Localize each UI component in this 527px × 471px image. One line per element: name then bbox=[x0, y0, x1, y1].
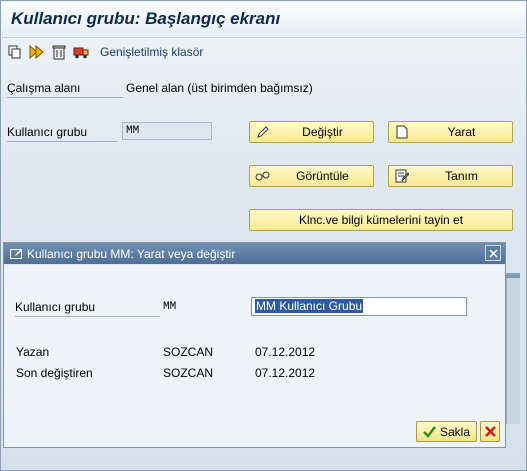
dialog-user-group-code: MM bbox=[163, 301, 177, 313]
execute-icon[interactable] bbox=[28, 43, 46, 61]
author-date: 07.12.2012 bbox=[255, 345, 316, 359]
display-button-label: Görüntüle bbox=[296, 169, 349, 183]
title-bar: Kullanıcı grubu: Başlangıç ekranı bbox=[2, 2, 526, 38]
page-title: Kullanıcı grubu: Başlangıç ekranı bbox=[11, 9, 281, 28]
new-document-icon bbox=[393, 123, 411, 141]
change-button-label: Değiştir bbox=[302, 125, 343, 139]
sap-window: Kullanıcı grubu: Başlangıç ekranı Genişl… bbox=[0, 0, 527, 471]
copy-icon[interactable] bbox=[6, 43, 24, 61]
create-change-dialog: Kullanıcı grubu MM: Yarat veya değiştir … bbox=[3, 242, 506, 448]
dialog-window-icon bbox=[8, 246, 24, 262]
last-changed-value: SOZCAN bbox=[163, 366, 214, 380]
author-value: SOZCAN bbox=[163, 345, 214, 359]
cancel-button[interactable] bbox=[480, 421, 500, 442]
dialog-title: Kullanıcı grubu MM: Yarat veya değiştir bbox=[27, 246, 236, 261]
checkmark-icon bbox=[423, 425, 436, 438]
author-label: Yazan bbox=[16, 345, 50, 359]
dialog-body: Kullanıcı grubu MM MM Kullanıcı Grubu Ya… bbox=[4, 265, 505, 447]
save-button-label: Sakla bbox=[439, 424, 471, 439]
assign-infosets-button[interactable]: Klnc.ve bilgi kümelerini tayin et bbox=[249, 209, 513, 231]
background-panel-edge bbox=[506, 278, 520, 424]
dialog-user-group-label: Kullanıcı grubu bbox=[15, 300, 160, 317]
last-changed-date: 07.12.2012 bbox=[255, 366, 316, 380]
change-button[interactable]: Değiştir bbox=[249, 121, 374, 143]
dialog-title-bar: Kullanıcı grubu MM: Yarat veya değiştir bbox=[4, 243, 505, 264]
transport-icon[interactable] bbox=[72, 43, 90, 61]
workspace-value: Genel alan (üst birimden bağımsız) bbox=[126, 81, 313, 95]
extended-folder-link[interactable]: Genişletilmiş klasör bbox=[100, 45, 203, 59]
workspace-label: Çalışma alanı bbox=[7, 81, 123, 98]
user-group-text-input[interactable]: MM Kullanıcı Grubu bbox=[251, 297, 467, 316]
definition-button[interactable]: Tanım bbox=[388, 165, 513, 187]
glasses-icon bbox=[254, 167, 272, 185]
cancel-icon bbox=[484, 426, 496, 437]
create-button[interactable]: Yarat bbox=[388, 121, 513, 143]
create-button-label: Yarat bbox=[447, 125, 476, 139]
assign-infosets-button-label: Klnc.ve bilgi kümelerini tayin et bbox=[298, 213, 464, 227]
display-button[interactable]: Görüntüle bbox=[249, 165, 374, 187]
user-group-text-value: MM Kullanıcı Grubu bbox=[255, 299, 364, 313]
document-edit-icon bbox=[393, 167, 411, 185]
delete-icon[interactable] bbox=[50, 43, 68, 61]
close-icon[interactable] bbox=[485, 245, 501, 261]
definition-button-label: Tanım bbox=[445, 169, 478, 183]
pencil-icon bbox=[254, 123, 272, 141]
save-button[interactable]: Sakla bbox=[416, 421, 477, 442]
user-group-field[interactable]: MM bbox=[122, 122, 212, 140]
application-toolbar: Genişletilmiş klasör bbox=[2, 39, 526, 65]
user-group-label: Kullanıcı grubu bbox=[7, 125, 117, 142]
last-changed-label: Son değiştiren bbox=[16, 366, 93, 380]
